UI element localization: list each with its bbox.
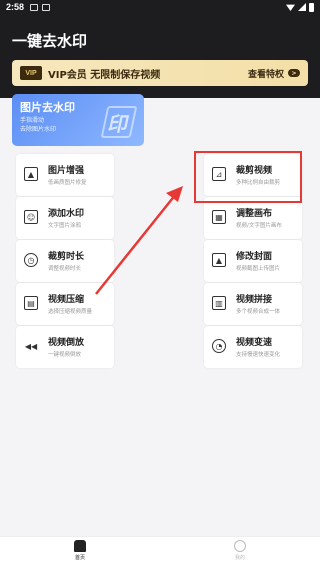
hero-title: 图片去水印 xyxy=(20,101,75,114)
vip-banner-text: VIP会员 无限制保存视频 xyxy=(48,69,161,81)
vip-badge-icon: VIP xyxy=(20,66,42,80)
video-speed-icon: ◔ xyxy=(212,339,226,353)
tool-adjust-canvas[interactable]: ▦ 调整画布 视频/文字图片画布 xyxy=(204,197,302,239)
profile-icon xyxy=(234,540,246,552)
tab-home-label: 首页 xyxy=(74,555,85,561)
battery-icon xyxy=(309,2,314,12)
chevron-right-icon: > xyxy=(288,69,300,77)
notification-icon-2 xyxy=(42,3,51,11)
tool-name: 图片增强 xyxy=(48,166,85,176)
tab-me[interactable]: 我的 xyxy=(220,540,260,561)
vip-banner[interactable]: VIP VIP会员 无限制保存视频 查看特权 > xyxy=(12,60,308,86)
tool-name: 视频变速 xyxy=(236,338,273,348)
adjust-canvas-icon: ▦ xyxy=(212,210,226,224)
tool-name: 添加水印 xyxy=(48,209,85,219)
tool-name: 裁剪时长 xyxy=(48,252,85,262)
tool-video-speed[interactable]: ◔ 视频变速 支持慢速快速变化 xyxy=(204,326,302,368)
tool-video-merge[interactable]: ▥ 视频拼接 多个视频合成一体 xyxy=(204,283,302,325)
tab-me-label: 我的 xyxy=(234,555,245,561)
page-title: 一键去水印 xyxy=(12,32,88,50)
wifi-icon xyxy=(286,4,295,11)
view-privileges-link[interactable]: 查看特权 > xyxy=(248,67,300,80)
tool-image-enhance[interactable]: ▲ 图片增强 低画质图片修复 xyxy=(16,154,114,196)
home-icon xyxy=(74,540,86,552)
signal-icon xyxy=(298,3,306,11)
watermark-illustration-icon: 印 xyxy=(100,106,138,138)
trim-duration-icon: ◷ xyxy=(24,253,38,267)
tool-edit-cover[interactable]: ▲ 修改封面 视频截图上传图片 xyxy=(204,240,302,282)
video-reverse-icon: ◀◀ xyxy=(24,341,38,351)
hero-subtitle: 手指滑动 去除图片水印 xyxy=(20,116,56,134)
tool-desc: 一键视频倒放 xyxy=(48,352,82,358)
add-watermark-icon: ☺ xyxy=(24,210,38,224)
tool-name: 视频拼接 xyxy=(236,295,273,305)
tool-name: 调整画布 xyxy=(236,209,273,219)
tool-desc: 支持慢速快速变化 xyxy=(236,352,281,358)
highlight-box xyxy=(194,151,302,203)
tool-desc: 低画质图片修复 xyxy=(48,180,87,186)
bottom-tab-bar: 首页 我的 xyxy=(0,536,320,568)
status-bar: 2:58 xyxy=(0,0,320,14)
tool-add-watermark[interactable]: ☺ 添加水印 文字图片涂鸦 xyxy=(16,197,114,239)
notification-icon xyxy=(30,3,39,11)
view-privileges-label: 查看特权 xyxy=(247,69,284,80)
video-merge-icon: ▥ xyxy=(212,296,226,310)
tool-name: 修改封面 xyxy=(236,252,273,262)
tool-desc: 视频/文字图片画布 xyxy=(236,223,282,229)
status-time: 2:58 xyxy=(6,2,25,12)
tool-name: 视频倒放 xyxy=(48,338,85,348)
tab-home[interactable]: 首页 xyxy=(60,540,100,561)
tool-desc: 多个视频合成一体 xyxy=(236,309,281,315)
tool-desc: 调整视频时长 xyxy=(48,266,82,272)
image-remove-watermark-card[interactable]: 图片去水印 手指滑动 去除图片水印 印 xyxy=(12,94,144,146)
tool-video-compress[interactable]: ▤ 视频压缩 选择压缩视频质量 xyxy=(16,283,114,325)
arrow-head xyxy=(166,186,183,202)
tool-desc: 视频截图上传图片 xyxy=(236,266,281,272)
hero-subtitle-line1: 手指滑动 xyxy=(20,117,45,124)
video-compress-icon: ▤ xyxy=(24,296,38,310)
image-enhance-icon: ▲ xyxy=(24,167,38,181)
hero-subtitle-line2: 去除图片水印 xyxy=(20,126,57,133)
tool-video-reverse[interactable]: ◀◀ 视频倒放 一键视频倒放 xyxy=(16,326,114,368)
tool-desc: 选择压缩视频质量 xyxy=(48,309,93,315)
tool-desc: 文字图片涂鸦 xyxy=(48,223,82,229)
edit-cover-icon: ▲ xyxy=(212,253,226,267)
tool-trim-duration[interactable]: ◷ 裁剪时长 调整视频时长 xyxy=(16,240,114,282)
tool-name: 视频压缩 xyxy=(48,295,85,305)
